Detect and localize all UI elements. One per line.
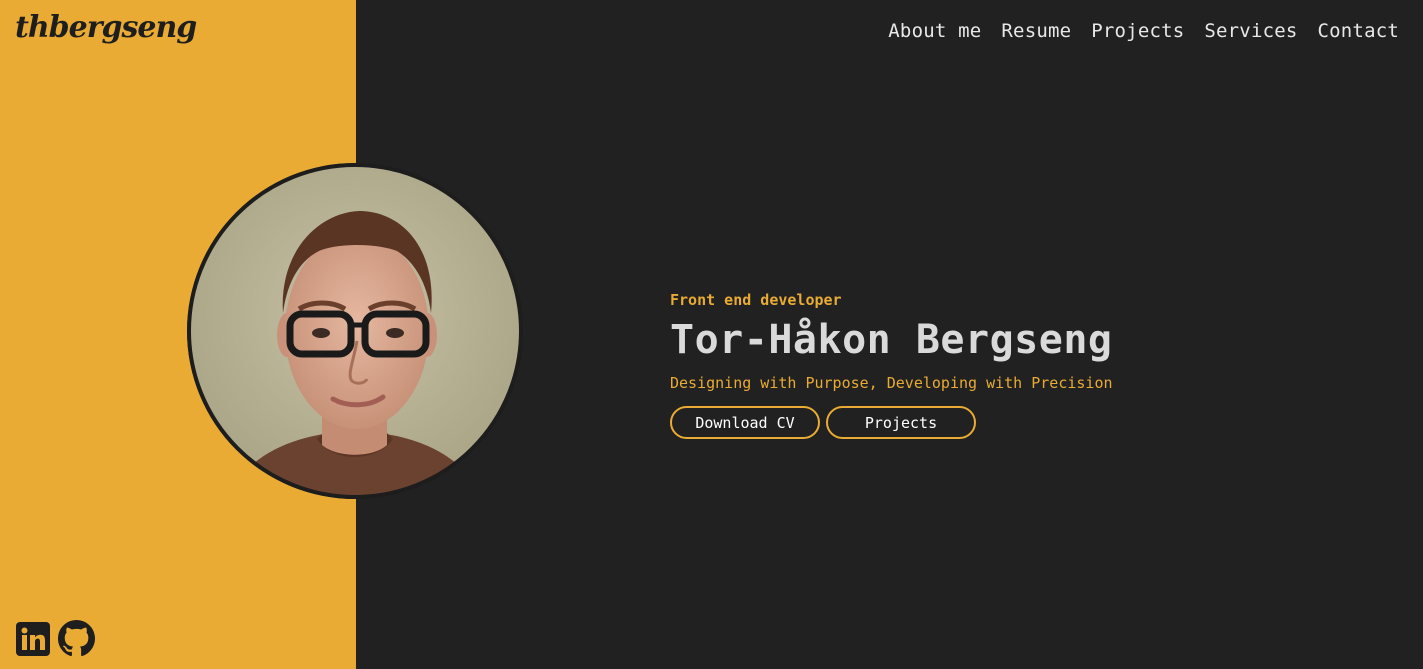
person-name: Tor-Håkon Bergseng (670, 317, 1113, 363)
download-cv-button[interactable]: Download CV (670, 406, 820, 439)
job-title: Front end developer (670, 291, 842, 309)
github-icon (58, 620, 95, 657)
linkedin-link[interactable] (16, 621, 50, 660)
nav-item-contact[interactable]: Contact (1318, 20, 1399, 42)
github-link[interactable] (58, 620, 95, 661)
hero-section: Front end developer Tor-Håkon Bergseng D… (670, 290, 1113, 439)
page: thbergseng About me Resume Projects Serv… (0, 0, 1423, 669)
linkedin-icon (16, 621, 50, 656)
nav-item-resume[interactable]: Resume (1001, 20, 1071, 42)
social-links (16, 620, 95, 661)
tagline: Designing with Purpose, Developing with … (670, 374, 1113, 392)
profile-photo (187, 163, 523, 499)
projects-button[interactable]: Projects (826, 406, 976, 439)
nav-item-about-me[interactable]: About me (888, 20, 981, 42)
main-nav: About me Resume Projects Services Contac… (888, 20, 1399, 42)
nav-item-services[interactable]: Services (1204, 20, 1297, 42)
hero-actions: Download CV Projects (670, 406, 1113, 439)
nav-item-projects[interactable]: Projects (1091, 20, 1184, 42)
site-logo[interactable]: thbergseng (15, 10, 197, 45)
